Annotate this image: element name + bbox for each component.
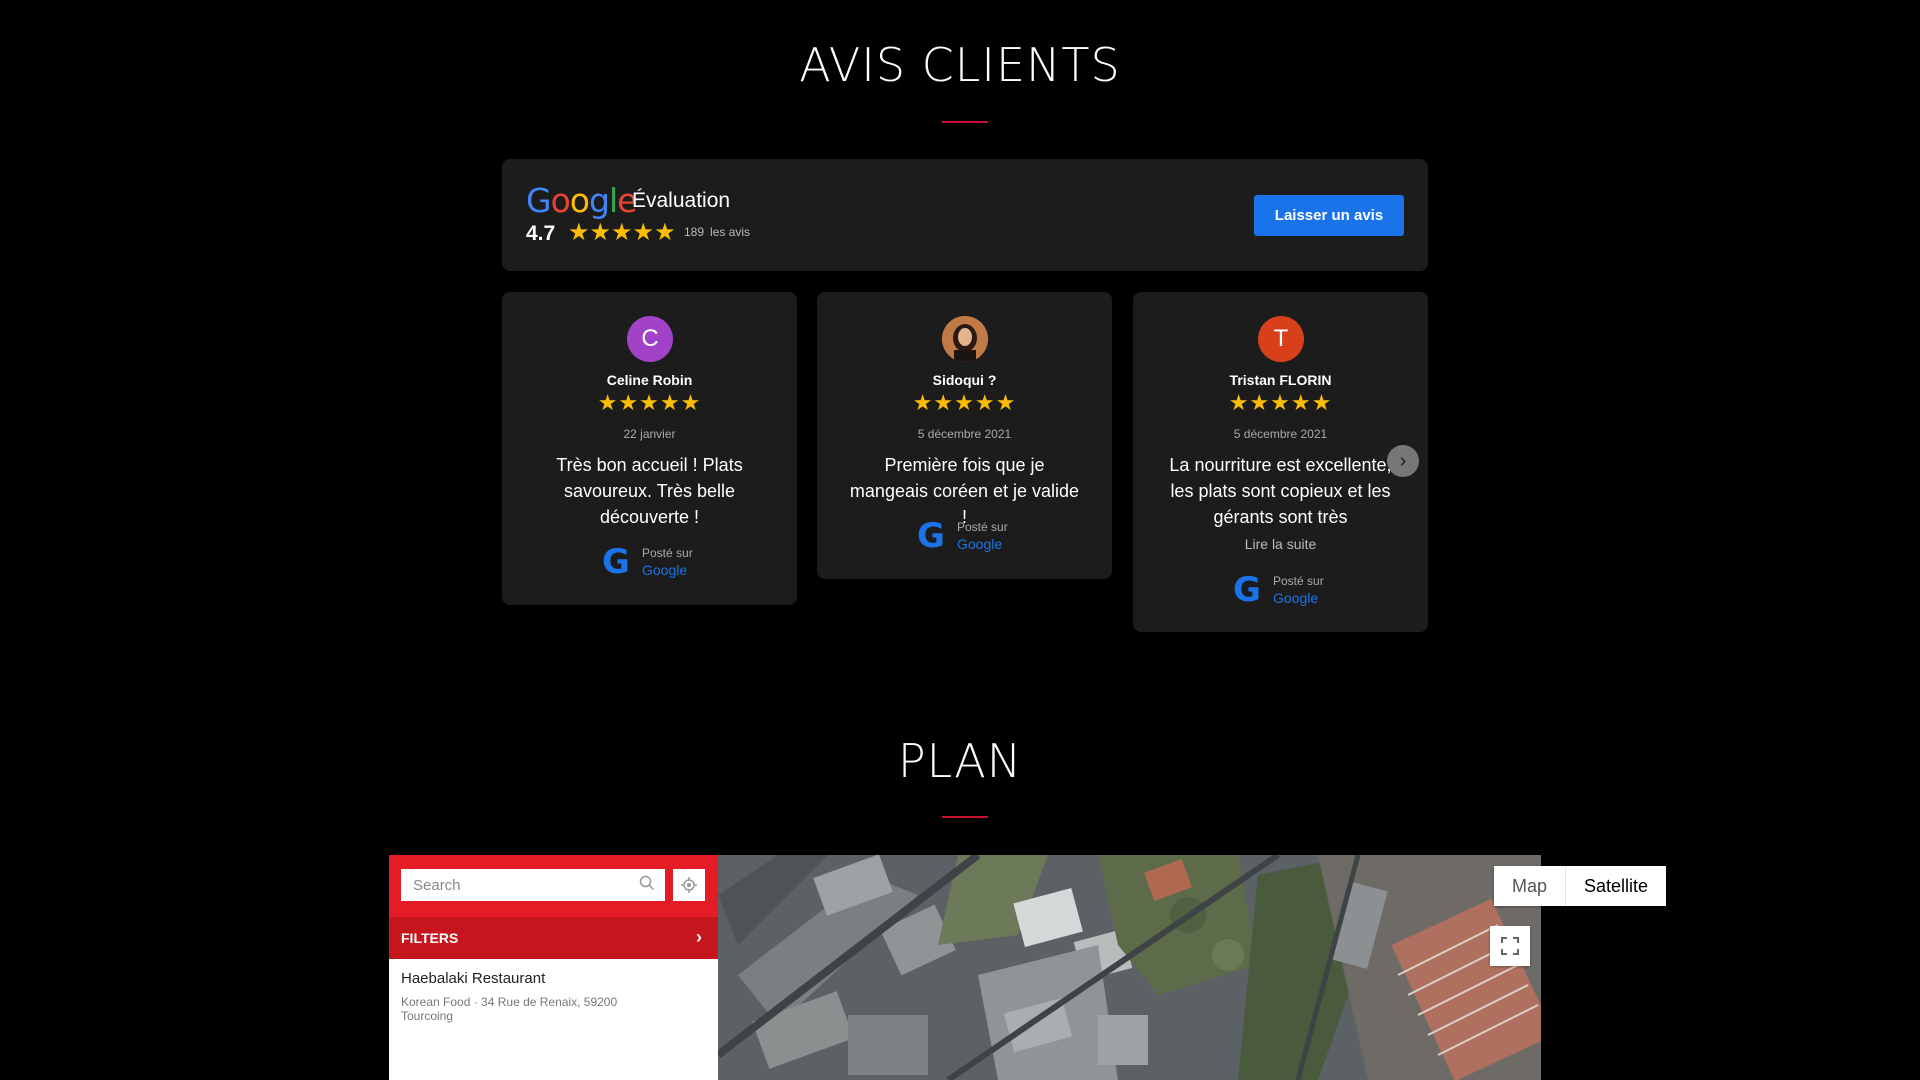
locator-sidebar: FILTERS › Haebalaki Restaurant Korean Fo… — [389, 855, 718, 1080]
reviews-section-title: AVIS CLIENTS — [799, 38, 1121, 92]
filters-label: FILTERS — [401, 930, 459, 946]
review-card: T Tristan FLORIN ★★★★★ 5 décembre 2021 L… — [1133, 292, 1428, 632]
satellite-map-view[interactable] — [718, 855, 1541, 1080]
place-name: Haebalaki Restaurant — [401, 970, 546, 987]
google-logo-letter: o — [550, 181, 571, 220]
place-address: Korean Food · 34 Rue de Renaix, 59200 To… — [401, 995, 701, 1023]
review-stars-icon: ★★★★★ — [1228, 390, 1333, 415]
reviewer-name: Sidoqui ? — [932, 372, 997, 388]
google-logo-letter: l — [608, 181, 618, 220]
review-count: 189 les avis — [684, 225, 750, 239]
map-type-map-button[interactable]: Map — [1494, 866, 1567, 906]
place-city: Tourcoing — [401, 1009, 454, 1023]
google-logo: Google — [526, 181, 637, 220]
google-g-icon: G — [917, 516, 945, 556]
user-photo-icon — [942, 316, 988, 362]
filters-toggle[interactable]: FILTERS › — [389, 917, 718, 959]
posted-label: Posté sur — [1273, 574, 1324, 588]
posted-source: Google — [642, 562, 688, 578]
google-rating-summary: Google Évaluation 4.7 ★★★★★ 189 les avis … — [502, 159, 1428, 271]
review-stars-icon: ★★★★★ — [912, 390, 1017, 415]
review-date: 22 janvier — [623, 427, 676, 441]
title-divider — [942, 121, 988, 123]
review-stars-icon: ★★★★★ — [597, 390, 702, 415]
chevron-right-icon: › — [696, 927, 702, 947]
posted-on-google[interactable]: G Posté sur Google — [602, 544, 712, 580]
evaluation-label: Évaluation — [632, 189, 731, 212]
list-item[interactable]: Haebalaki Restaurant Korean Food · 34 Ru… — [401, 970, 701, 1023]
locate-me-icon[interactable] — [673, 869, 705, 901]
reviewer-name: Tristan FLORIN — [1229, 372, 1332, 388]
review-text: Très bon accueil ! Plats savoureux. Très… — [556, 455, 743, 527]
review-date: 5 décembre 2021 — [1233, 427, 1328, 441]
google-logo-letter: G — [526, 181, 552, 220]
avatar: T — [1258, 316, 1304, 362]
review-card: Sidoqui ? ★★★★★ 5 décembre 2021 Première… — [817, 292, 1112, 579]
search-bar — [389, 855, 718, 917]
posted-on-google[interactable]: G Posté sur Google — [917, 518, 1027, 554]
read-more-link[interactable]: Lire la suite — [1133, 536, 1428, 552]
plan-section-title: PLAN — [897, 734, 1023, 788]
posted-on-google[interactable]: G Posté sur Google — [1233, 572, 1343, 608]
google-g-icon: G — [1233, 570, 1261, 610]
map-type-control: Map Satellite — [1494, 866, 1667, 906]
satellite-imagery — [718, 855, 1541, 1080]
reviewer-name: Celine Robin — [606, 372, 693, 388]
posted-source: Google — [957, 536, 1003, 552]
avatar: C — [627, 316, 673, 362]
carousel-next-chevron-icon[interactable]: › — [1387, 445, 1419, 477]
avatar — [942, 316, 988, 362]
plan-divider — [942, 816, 988, 818]
review-count-number: 189 — [684, 225, 705, 239]
posted-label: Posté sur — [642, 546, 693, 560]
map-type-satellite-button[interactable]: Satellite — [1566, 866, 1666, 906]
place-details: Korean Food · 34 Rue de Renaix, 59200 — [401, 995, 618, 1009]
review-card: C Celine Robin ★★★★★ 22 janvier Très bon… — [502, 292, 797, 605]
fullscreen-icon[interactable] — [1490, 926, 1530, 966]
review-date: 5 décembre 2021 — [917, 427, 1012, 441]
store-locator-map: FILTERS › Haebalaki Restaurant Korean Fo… — [389, 855, 1667, 1080]
search-input[interactable] — [401, 869, 665, 901]
rating-stars-icon: ★★★★★ — [568, 219, 676, 246]
posted-source: Google — [1273, 590, 1319, 606]
google-logo-letter: g — [588, 181, 610, 220]
google-g-icon: G — [602, 542, 630, 582]
posted-label: Posté sur — [957, 520, 1008, 534]
average-rating: 4.7 — [526, 222, 556, 245]
review-count-suffix: les avis — [710, 225, 751, 239]
leave-review-button[interactable]: Laisser un avis — [1254, 195, 1404, 236]
google-logo-letter: o — [569, 181, 590, 220]
review-text: La nourriture est excellente, les plats … — [1169, 455, 1392, 527]
search-icon — [639, 875, 659, 895]
